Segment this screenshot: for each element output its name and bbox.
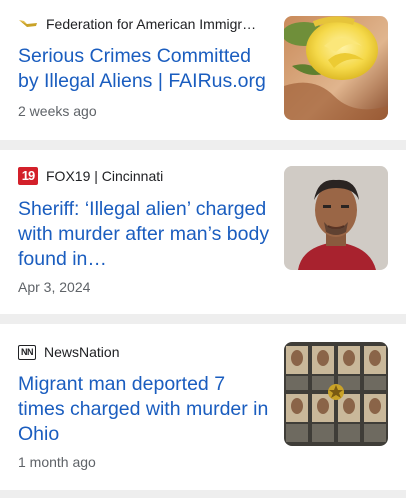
article-thumbnail[interactable] xyxy=(284,166,388,270)
article-source: NN NewsNation xyxy=(18,342,119,362)
article-timestamp: 1 month ago xyxy=(18,454,96,470)
article-timestamp: Apr 3, 2024 xyxy=(18,279,91,295)
news-feed: Federation for American Immigr… Serious … xyxy=(0,0,406,500)
article-source: 19 FOX19 | Cincinnati xyxy=(18,166,163,186)
newsnation-logo-icon: NN xyxy=(18,344,36,360)
source-name: FOX19 | Cincinnati xyxy=(46,168,164,184)
yellow-rose-image xyxy=(284,16,388,120)
article-thumbnail[interactable] xyxy=(284,342,388,446)
article-card[interactable]: NN NewsNation Migrant man deported 7 tim… xyxy=(0,324,406,490)
article-headline[interactable]: Serious Crimes Committed by Illegal Alie… xyxy=(18,44,270,94)
fox19-logo-icon: 19 xyxy=(18,167,38,185)
article-headline[interactable]: Migrant man deported 7 times charged wit… xyxy=(18,372,270,447)
article-headline[interactable]: Sheriff: ‘Illegal alien’ charged with mu… xyxy=(18,197,270,272)
source-name: NewsNation xyxy=(44,344,120,360)
article-card[interactable]: 19 FOX19 | Cincinnati Sheriff: ‘Illegal … xyxy=(0,150,406,314)
fair-flag-icon xyxy=(18,15,38,33)
article-thumbnail[interactable] xyxy=(284,16,388,120)
article-source: Federation for American Immigr… xyxy=(18,14,256,34)
article-timestamp: 2 weeks ago xyxy=(18,103,97,119)
mugshot-image xyxy=(284,166,388,270)
source-name: Federation for American Immigr… xyxy=(46,16,257,32)
article-card[interactable]: Federation for American Immigr… Serious … xyxy=(0,0,406,140)
wanted-poster-grid-image xyxy=(284,342,388,446)
